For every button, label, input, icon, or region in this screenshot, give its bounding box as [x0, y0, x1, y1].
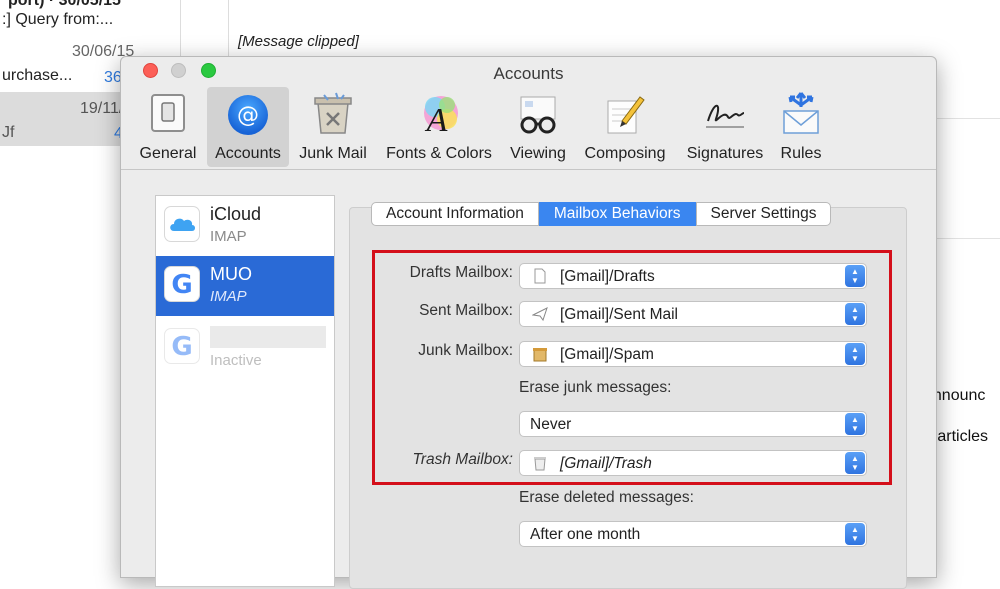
drafts-mailbox-label: Drafts Mailbox:: [409, 264, 513, 281]
account-name: MUO: [210, 264, 252, 284]
pencil-note-icon: [607, 96, 645, 134]
toolbar-composing[interactable]: Composing: [577, 87, 673, 167]
svg-text:G: G: [171, 270, 192, 300]
toolbar-label: Signatures: [686, 145, 764, 162]
chevron-updown-icon: ▲ ▼: [845, 303, 865, 325]
rules-envelope-icon: [783, 92, 819, 134]
account-item-icloud[interactable]: iCloud IMAP: [156, 196, 334, 256]
tab-account-information[interactable]: Account Information: [371, 202, 539, 226]
junk-bin-icon: [533, 348, 547, 362]
drafts-mailbox-select[interactable]: [Gmail]/Drafts ▲ ▼: [519, 263, 867, 289]
account-type: IMAP: [210, 228, 247, 245]
chevron-updown-icon: ▲ ▼: [845, 413, 865, 435]
toolbar-fonts-colors[interactable]: A Fonts & Colors: [379, 87, 499, 167]
title-bar[interactable]: Accounts: [121, 57, 936, 87]
select-value: [Gmail]/Trash: [560, 455, 652, 472]
tab-mailbox-behaviors[interactable]: Mailbox Behaviors: [538, 202, 696, 226]
toolbar-label: Accounts: [215, 145, 281, 162]
fonts-colors-icon: A: [424, 96, 458, 139]
trash-mailbox-label: Trash Mailbox:: [412, 451, 514, 468]
preferences-toolbar: General @ Accounts Junk Mail A Fonts & C…: [121, 87, 936, 170]
google-icon: G: [164, 266, 200, 302]
window-title: Accounts: [493, 64, 564, 83]
tab-server-settings[interactable]: Server Settings: [695, 202, 832, 226]
erase-deleted-select[interactable]: After one month ▲ ▼: [519, 521, 867, 547]
select-value: Never: [530, 416, 572, 433]
redacted-account-name: [210, 326, 326, 348]
junk-mailbox-label: Junk Mailbox:: [418, 342, 513, 359]
select-value: [Gmail]/Sent Mail: [560, 306, 679, 323]
icloud-icon: [164, 206, 200, 242]
sent-mailbox-label: Sent Mailbox:: [419, 302, 513, 319]
junk-bin-icon: [314, 92, 352, 134]
select-value: [Gmail]/Drafts: [560, 268, 655, 285]
select-value: After one month: [530, 526, 641, 543]
message-clipped-notice: [Message clipped]: [238, 33, 359, 50]
google-icon: G: [164, 328, 200, 364]
account-type: Inactive: [210, 352, 262, 369]
toolbar-viewing[interactable]: Viewing: [505, 87, 571, 167]
chevron-updown-icon: ▲ ▼: [845, 452, 865, 474]
message-sender: port) · 30/05/15: [8, 0, 121, 9]
toolbar-junk-mail[interactable]: Junk Mail: [293, 87, 373, 167]
junk-mailbox-select[interactable]: [Gmail]/Spam ▲ ▼: [519, 341, 867, 367]
message-subject: Jf: [2, 124, 15, 141]
toolbar-label: Composing: [584, 145, 666, 162]
toolbar-general[interactable]: General: [135, 87, 201, 167]
toolbar-rules[interactable]: Rules: [773, 87, 829, 167]
svg-text:G: G: [171, 332, 192, 362]
draft-page-icon: [534, 268, 546, 284]
erase-junk-select[interactable]: Never ▲ ▼: [519, 411, 867, 437]
account-type: IMAP: [210, 288, 247, 305]
svg-text:A: A: [425, 102, 448, 139]
chevron-updown-icon: ▲ ▼: [845, 343, 865, 365]
signature-icon: [706, 104, 745, 128]
toolbar-accounts[interactable]: @ Accounts: [207, 87, 289, 167]
message-subject: urchase...: [2, 67, 73, 84]
trash-mailbox-select[interactable]: [Gmail]/Trash ▲ ▼: [519, 450, 867, 476]
account-list: iCloud IMAP G MUO IMAP G Inactive: [155, 195, 335, 587]
trash-can-icon: [534, 457, 546, 471]
account-name: iCloud: [210, 204, 262, 224]
toolbar-label: Viewing: [510, 145, 566, 162]
accounts-window: Accounts General @ Accounts Junk Mail A …: [120, 56, 937, 589]
sent-plane-icon: [532, 307, 548, 322]
message-subject: :] Query from:...: [2, 11, 114, 28]
toolbar-label: Fonts & Colors: [386, 145, 492, 162]
glasses-icon: [520, 96, 556, 134]
tab-bar: Account Information Mailbox Behaviors Se…: [371, 202, 832, 226]
general-icon: [151, 94, 185, 132]
toolbar-label: Junk Mail: [299, 145, 367, 162]
erase-deleted-label: Erase deleted messages:: [519, 489, 694, 506]
toolbar-signatures[interactable]: Signatures: [679, 87, 771, 167]
at-sign-icon: @: [228, 95, 268, 135]
chevron-updown-icon: ▲ ▼: [845, 523, 865, 545]
select-value: [Gmail]/Spam: [560, 346, 654, 363]
sent-mailbox-select[interactable]: [Gmail]/Sent Mail ▲ ▼: [519, 301, 867, 327]
message-date: 19/11/: [80, 100, 124, 117]
toolbar-label: Rules: [780, 145, 822, 162]
chevron-updown-icon: ▲ ▼: [845, 265, 865, 287]
account-item-inactive[interactable]: G Inactive: [156, 318, 334, 378]
svg-text:@: @: [237, 103, 259, 128]
account-item-muo[interactable]: G MUO IMAP: [156, 256, 334, 316]
toolbar-label: General: [139, 145, 197, 162]
erase-junk-label: Erase junk messages:: [519, 379, 672, 396]
